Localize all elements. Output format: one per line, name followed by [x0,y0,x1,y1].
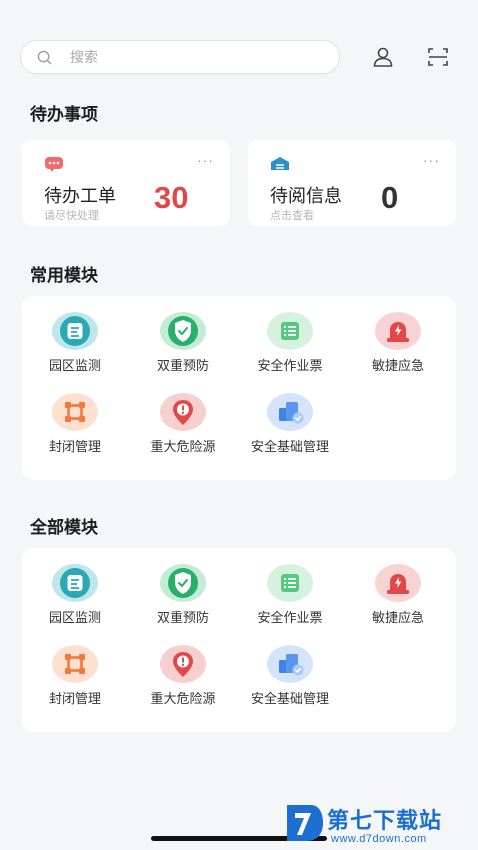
watermark-title: 第七下载站 [327,808,443,833]
module-label: 封闭管理 [48,691,101,706]
search-icon [37,50,52,64]
emergency-alarm-icon [375,564,421,602]
major-hazard-icon [160,645,206,683]
todo-card-count: 0 [381,180,399,215]
module-label: 园区监测 [48,358,101,373]
common-modules-panel: 园区监测 双重预防 安全作业票 敏捷应急封闭管理 重大危险源 安全基础管理 [22,296,456,480]
todo-card-label: 待阅信息 [270,186,342,206]
more-icon[interactable]: ··· [197,152,214,168]
common-module-item[interactable]: 双重预防 [129,312,237,374]
major-hazard-icon [160,393,206,431]
message-badge-icon [45,157,63,172]
module-label: 安全基础管理 [250,691,329,706]
more-icon[interactable]: ··· [423,152,440,168]
todo-card-unread-info[interactable]: ··· 待阅信息 点击查看 0 [248,140,456,226]
dual-prevention-shield-icon [160,312,206,350]
module-label: 双重预防 [156,610,209,625]
all-module-item[interactable]: 安全作业票 [236,564,344,626]
user-profile-icon[interactable] [371,45,395,69]
todo-card-count: 30 [154,180,189,215]
module-label: 双重预防 [156,358,209,373]
dual-prevention-shield-icon [160,564,206,602]
common-module-item[interactable]: 安全作业票 [236,312,344,374]
section-title-todo: 待办事项 [30,105,98,124]
module-label: 安全作业票 [257,610,323,625]
common-module-item[interactable]: 敏捷应急 [344,312,452,374]
closed-management-icon [52,645,98,683]
common-module-item[interactable]: 封闭管理 [21,393,129,455]
info-badge-icon [271,157,289,170]
todo-card-label: 待办工单 [44,186,116,206]
all-module-item[interactable]: 重大危险源 [129,645,237,707]
todo-card-subtext: 请尽快处理 [44,210,99,222]
all-module-item[interactable]: 双重预防 [129,564,237,626]
watermark-url: www.d7down.com [331,833,427,845]
module-label: 重大危险源 [150,439,216,454]
park-monitor-icon [52,564,98,602]
module-label: 敏捷应急 [371,610,424,625]
work-ticket-list-icon [267,564,313,602]
section-title-all-modules: 全部模块 [30,518,98,537]
module-label: 安全基础管理 [250,439,329,454]
safety-basics-icon [267,645,313,683]
common-module-item[interactable]: 安全基础管理 [236,393,344,455]
park-monitor-icon [52,312,98,350]
search-bar[interactable] [20,40,340,74]
watermark-logo: 第七下载站 www.d7down.com [285,795,473,850]
todo-card-work-orders[interactable]: ··· 待办工单 请尽快处理 30 [22,140,230,226]
watermark-d7-icon [287,805,323,841]
module-label: 重大危险源 [150,691,216,706]
all-module-item[interactable]: 园区监测 [21,564,129,626]
todo-card-subtext: 点击查看 [270,210,314,222]
scan-icon[interactable] [426,45,450,69]
module-label: 安全作业票 [257,358,323,373]
emergency-alarm-icon [375,312,421,350]
common-module-item[interactable]: 重大危险源 [129,393,237,455]
closed-management-icon [52,393,98,431]
top-bar [20,38,458,76]
safety-basics-icon [267,393,313,431]
module-label: 封闭管理 [48,439,101,454]
all-module-item[interactable]: 安全基础管理 [236,645,344,707]
common-module-item[interactable]: 园区监测 [21,312,129,374]
all-module-item[interactable]: 敏捷应急 [344,564,452,626]
section-title-common-modules: 常用模块 [30,266,98,285]
all-modules-panel: 园区监测 双重预防 安全作业票 敏捷应急封闭管理 重大危险源 安全基础管理 [22,548,456,732]
work-ticket-list-icon [267,312,313,350]
module-label: 园区监测 [48,610,101,625]
all-module-item[interactable]: 封闭管理 [21,645,129,707]
module-label: 敏捷应急 [371,358,424,373]
search-input[interactable] [70,49,270,65]
